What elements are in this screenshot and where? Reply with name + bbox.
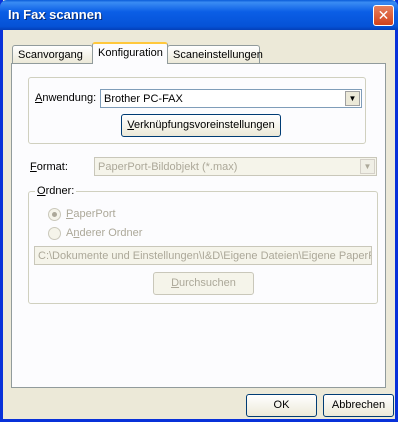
format-value: PaperPort-Bildobjekt (*.max) — [98, 161, 238, 173]
anwendung-group: Anwendung: Brother PC-FAX ▼ Verknüpfungs… — [28, 77, 366, 144]
tab-scaneinstellungen[interactable]: Scaneinstellungen — [167, 45, 263, 63]
dialog-window: In Fax scannen ✕ Scanvorgang Konfigurati… — [0, 0, 398, 422]
browse-button[interactable]: Durchsuchen — [153, 272, 254, 295]
folder-path-field[interactable]: C:\Dokumente und Einstellungen\I&D\Eigen… — [34, 246, 372, 265]
other-folder-radio[interactable] — [48, 227, 61, 240]
chevron-down-icon[interactable]: ▼ — [345, 91, 360, 106]
konfiguration-panel: Anwendung: Brother PC-FAX ▼ Verknüpfungs… — [11, 63, 386, 388]
chevron-down-icon[interactable]: ▼ — [360, 159, 375, 174]
tab-scaneinstellungen-label: Scaneinstellungen — [173, 49, 263, 61]
cancel-button[interactable]: Abbrechen — [323, 394, 394, 417]
title-bar[interactable]: In Fax scannen ✕ — [0, 0, 398, 30]
ordner-group: Ordner: PaperPort Anderer Ordner C:\Doku… — [28, 185, 378, 304]
tab-konfiguration-label: Konfiguration — [98, 47, 163, 59]
anwendung-label: Anwendung: — [35, 92, 97, 104]
format-label: Format: — [30, 161, 68, 173]
format-dropdown[interactable]: PaperPort-Bildobjekt (*.max) ▼ — [94, 157, 377, 176]
link-presets-button[interactable]: Verknüpfungsvoreinstellungen — [121, 114, 281, 137]
window-title: In Fax scannen — [8, 7, 102, 22]
paperport-radio[interactable] — [48, 208, 61, 221]
ordner-legend: Ordner: — [35, 185, 77, 197]
ok-button[interactable]: OK — [246, 394, 317, 417]
tab-scanvorgang[interactable]: Scanvorgang — [12, 45, 93, 63]
tab-scanvorgang-label: Scanvorgang — [18, 49, 83, 61]
anwendung-dropdown[interactable]: Brother PC-FAX ▼ — [100, 89, 362, 108]
tab-konfiguration[interactable]: Konfiguration — [92, 42, 168, 64]
anwendung-value: Brother PC-FAX — [104, 93, 183, 105]
close-button[interactable]: ✕ — [373, 5, 394, 26]
paperport-label: PaperPort — [66, 208, 116, 220]
other-folder-label: Anderer Ordner — [66, 227, 143, 239]
